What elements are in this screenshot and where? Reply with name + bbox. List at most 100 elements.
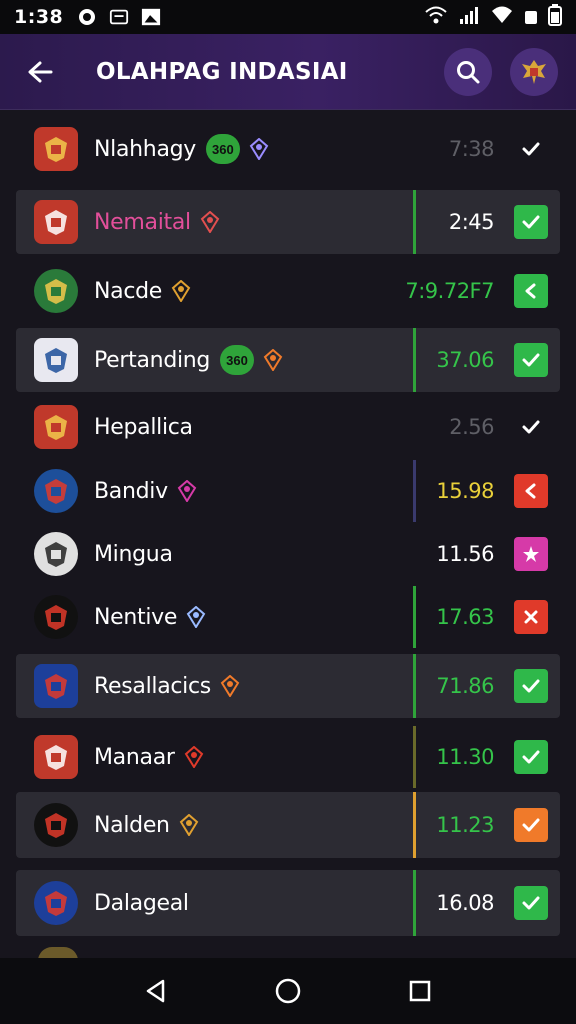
chevron-toggle-button[interactable] [514, 274, 548, 308]
list-item[interactable]: Mingua 11.56 [16, 524, 560, 584]
score-value: 71.86 [436, 674, 494, 698]
crest-mini-icon [199, 211, 221, 233]
team-logo-icon [34, 269, 78, 313]
crest-mini-icon [170, 280, 192, 302]
status-time: 1:38 [14, 6, 64, 28]
score-value: 37.06 [436, 348, 494, 372]
score-value: 11.23 [436, 813, 494, 837]
close-toggle-button[interactable] [514, 474, 548, 508]
team-name: Hepallica [94, 414, 193, 440]
list-item-partial [16, 944, 560, 958]
search-icon [457, 60, 480, 83]
list-item[interactable]: Manaar 11.30 [16, 726, 560, 788]
notification-icon [77, 7, 97, 27]
wifi-icon [424, 5, 448, 30]
team-logo-icon [34, 595, 78, 639]
team-logo-icon [34, 405, 78, 449]
check-toggle-button[interactable] [514, 740, 548, 774]
crest-mini-icon [185, 606, 207, 628]
list-item[interactable]: Nlahhagy 360 7:38 [16, 118, 560, 180]
list-item[interactable]: Resallacics 71.86 [16, 654, 560, 718]
score-value: 11.30 [436, 745, 494, 769]
checkmark-icon[interactable] [514, 410, 548, 444]
score-value: 15.98 [436, 479, 494, 503]
team-logo-icon [34, 803, 78, 847]
team-logo-icon [34, 881, 78, 925]
list-item[interactable]: Nemaital 2:45 [16, 190, 560, 254]
score-value: 17.63 [436, 605, 494, 629]
list-item[interactable]: Nentive 17.63 [16, 586, 560, 648]
team-logo-icon [34, 127, 78, 171]
nav-recents-button[interactable] [398, 969, 442, 1013]
crest-mini-icon [219, 675, 241, 697]
score-value: 7:9.72F7 [405, 279, 494, 303]
lock-icon [524, 5, 538, 30]
team-name: Pertanding [94, 347, 211, 373]
score-value: 7:38 [448, 137, 495, 161]
score-value: 16.08 [436, 891, 494, 915]
crest-mini-icon [248, 138, 270, 160]
crest-mini-icon [178, 814, 200, 836]
check-toggle-button[interactable] [514, 808, 548, 842]
photo-icon [141, 7, 161, 27]
team-logo-icon [34, 532, 78, 576]
score-value: 2:45 [448, 210, 495, 234]
wifi-secondary-icon [490, 5, 514, 30]
row-divider [413, 586, 416, 648]
signal-icon [458, 5, 480, 30]
team-logo-icon [34, 735, 78, 779]
back-arrow-icon [28, 61, 53, 82]
team-logo-icon [34, 664, 78, 708]
team-name: Nemaital [94, 209, 191, 235]
badge-360: 360 [206, 134, 240, 164]
checkmark-icon[interactable] [514, 132, 548, 166]
team-logo-icon [34, 200, 78, 244]
team-name: Dalageal [94, 890, 189, 916]
crest-mini-icon [262, 349, 284, 371]
garuda-emblem-button[interactable] [510, 47, 558, 96]
score-value: 11.56 [436, 542, 494, 566]
check-toggle-button[interactable] [514, 205, 548, 239]
list-item[interactable]: Nalden 11.23 [16, 792, 560, 858]
row-divider [413, 870, 416, 936]
list-item[interactable]: Pertanding 360 37.06 [16, 328, 560, 392]
back-button[interactable] [18, 50, 62, 94]
app-bar: OLAHPAG INDASIAI [0, 34, 576, 110]
team-name: Nlahhagy [94, 136, 197, 162]
list-item[interactable]: Nacde 7:9.72F7 [16, 260, 560, 322]
nav-home-button[interactable] [266, 969, 310, 1013]
favorite-toggle-button[interactable] [514, 537, 548, 571]
row-divider [413, 726, 416, 788]
message-icon [109, 7, 129, 27]
status-bar: 1:38 [0, 0, 576, 34]
team-name: Resallacics [94, 673, 211, 699]
check-toggle-button[interactable] [514, 886, 548, 920]
badge-360: 360 [220, 345, 254, 375]
team-name: Bandiv [94, 478, 168, 504]
row-divider [413, 654, 416, 718]
list-item[interactable]: Bandiv 15.98 [16, 460, 560, 522]
row-divider [413, 792, 416, 858]
crest-mini-icon [183, 746, 205, 768]
check-toggle-button[interactable] [514, 343, 548, 377]
garuda-emblem-icon [522, 59, 546, 84]
check-toggle-button[interactable] [514, 669, 548, 703]
row-divider [413, 328, 416, 392]
crest-mini-icon [176, 480, 198, 502]
match-list: Nlahhagy 360 7:38 Nemaital 2:45 Nacde 7:9.72F7… [0, 110, 576, 958]
nav-home-icon [275, 978, 301, 1004]
team-name: Nacde [94, 278, 163, 304]
team-logo-icon [34, 469, 78, 513]
search-button[interactable] [444, 47, 492, 96]
nav-back-icon [146, 979, 165, 1003]
battery-icon [548, 3, 562, 31]
nav-back-button[interactable] [134, 969, 178, 1013]
page-title: OLAHPAG INDASIAI [96, 58, 348, 85]
team-name: Nalden [94, 812, 170, 838]
row-divider [413, 190, 416, 254]
score-value: 2.56 [449, 415, 494, 439]
list-item[interactable]: Dalageal 16.08 [16, 870, 560, 936]
list-item[interactable]: Hepallica 2.56 [16, 396, 560, 458]
close-toggle-button[interactable] [514, 600, 548, 634]
navigation-bar [0, 958, 576, 1024]
